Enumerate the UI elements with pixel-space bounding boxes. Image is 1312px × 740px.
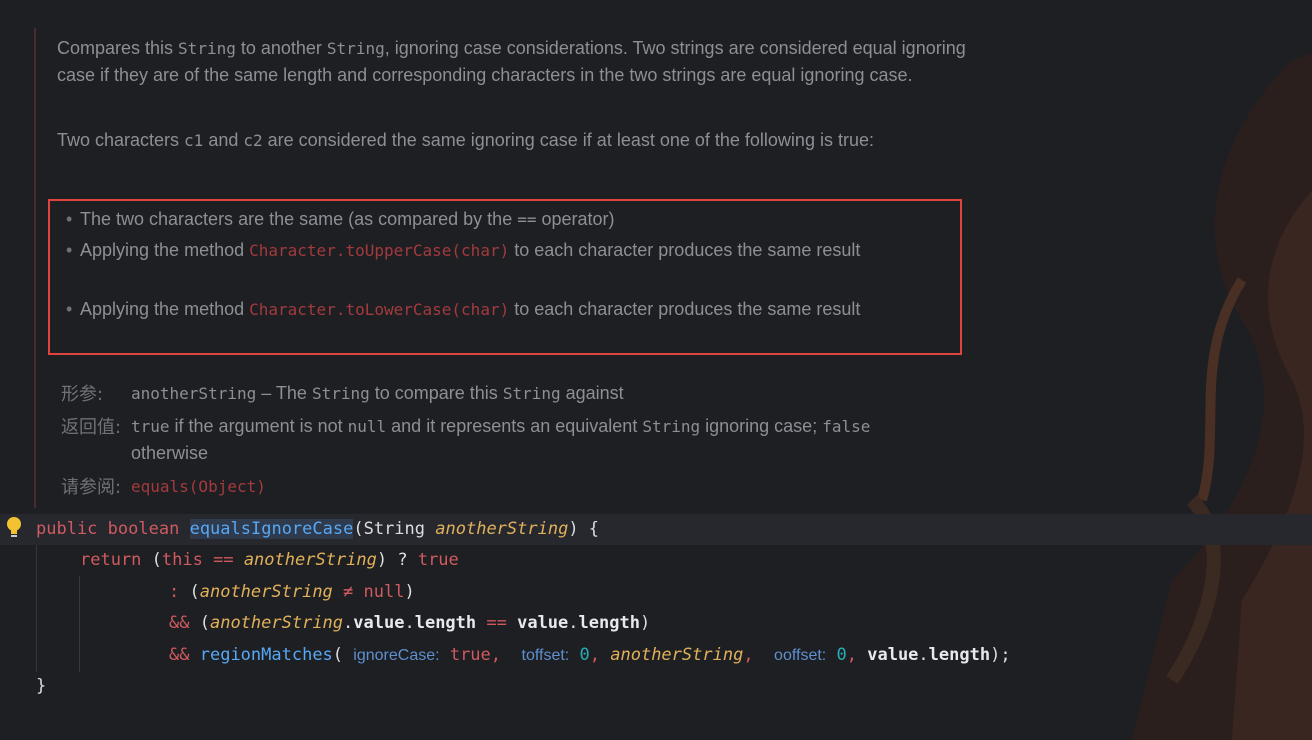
para1-segment: to another — [235, 38, 327, 58]
param-hint: ooffset: — [774, 647, 827, 664]
para1-segment: String — [326, 39, 385, 58]
param-hint: ignoreCase: — [353, 647, 440, 664]
returns-segment: String — [642, 417, 701, 436]
para2-segment: c1 — [184, 131, 204, 150]
params-segment: against — [560, 383, 624, 403]
bullet-segment: operator) — [536, 209, 615, 229]
code-line-6: } — [36, 676, 47, 696]
bullet-icon: • — [66, 240, 73, 260]
bullet-segment: to each character produces the same resu… — [509, 240, 861, 260]
params-value: anotherString – The String to compare th… — [131, 380, 951, 407]
javadoc-render: Compares this String to another String, … — [34, 28, 996, 508]
highlight-box: • The two characters are the same (as com… — [48, 199, 962, 355]
params-segment: – The — [256, 383, 312, 403]
bullet-segment: == — [517, 210, 537, 229]
para1-segment: String — [178, 39, 236, 58]
returns-value: true if the argument is not null and it … — [131, 413, 951, 467]
returns-segment: true — [131, 417, 170, 436]
bullet-icon: • — [66, 299, 73, 319]
returns-segment: if the argument is not — [169, 416, 348, 436]
bullet-item-2: • Applying the method Character.toUpperCa… — [66, 237, 960, 264]
doc-link[interactable]: Character.toUpperCase(char) — [249, 241, 509, 260]
see-also-row: equals(Object) — [131, 473, 951, 500]
lightbulb-icon[interactable] — [5, 515, 23, 543]
returns-segment: null — [347, 417, 387, 436]
params-segment: anotherString — [131, 384, 257, 403]
doc-paragraph-1: Compares this String to another String, … — [57, 35, 987, 89]
bullet-item-1: • The two characters are the same (as com… — [66, 206, 960, 233]
bullet-item-3: • Applying the method Character.toLowerCa… — [66, 296, 960, 323]
see-also-link[interactable]: equals(Object) — [131, 477, 266, 496]
indent-guide — [79, 576, 80, 672]
para2-segment: and — [203, 130, 244, 150]
params-segment: String — [311, 384, 370, 403]
code-line-2: return (this == anotherString) ? true — [80, 550, 459, 570]
indent-guide — [36, 545, 37, 672]
params-label: 形参: — [61, 384, 104, 405]
params-segment: String — [502, 384, 561, 403]
returns-segment: ignoring case; — [700, 416, 823, 436]
para1-segment: Compares this — [57, 38, 179, 58]
bullet-segment: Applying the method — [80, 240, 250, 260]
bullet-segment: The two characters are the same (as comp… — [80, 209, 518, 229]
returns-segment: and it represents an equivalent — [386, 416, 643, 436]
code-line-5: && regionMatches( ignoreCase: true, toff… — [169, 645, 1011, 665]
para2-segment: c2 — [243, 131, 263, 150]
see-also-label: 请参阅: — [61, 477, 122, 498]
para2-segment: Two characters — [57, 130, 185, 150]
code-line-3: : (anotherString ≠ null) — [169, 582, 415, 602]
param-hint: toffset: — [521, 647, 570, 664]
code-line-4: && (anotherString.value.length == value.… — [169, 613, 651, 633]
returns-segment: false — [822, 417, 871, 436]
returns-label: 返回值: — [61, 417, 122, 438]
returns-segment: otherwise — [131, 443, 209, 463]
bullet-icon: • — [66, 209, 73, 229]
bullet-segment: Applying the method — [80, 299, 250, 319]
code-line-1: public boolean equalsIgnoreCase(String a… — [36, 519, 600, 539]
code-editor[interactable]: public boolean equalsIgnoreCase(String a… — [0, 514, 1312, 724]
params-segment: to compare this — [369, 383, 503, 403]
bullet-segment: to each character produces the same resu… — [509, 299, 861, 319]
para2-segment: are considered the same ignoring case if… — [262, 130, 874, 150]
method-name: equalsIgnoreCase — [189, 519, 354, 539]
doc-paragraph-2: Two characters c1 and c2 are considered … — [57, 127, 987, 154]
doc-link[interactable]: Character.toLowerCase(char) — [249, 300, 509, 319]
